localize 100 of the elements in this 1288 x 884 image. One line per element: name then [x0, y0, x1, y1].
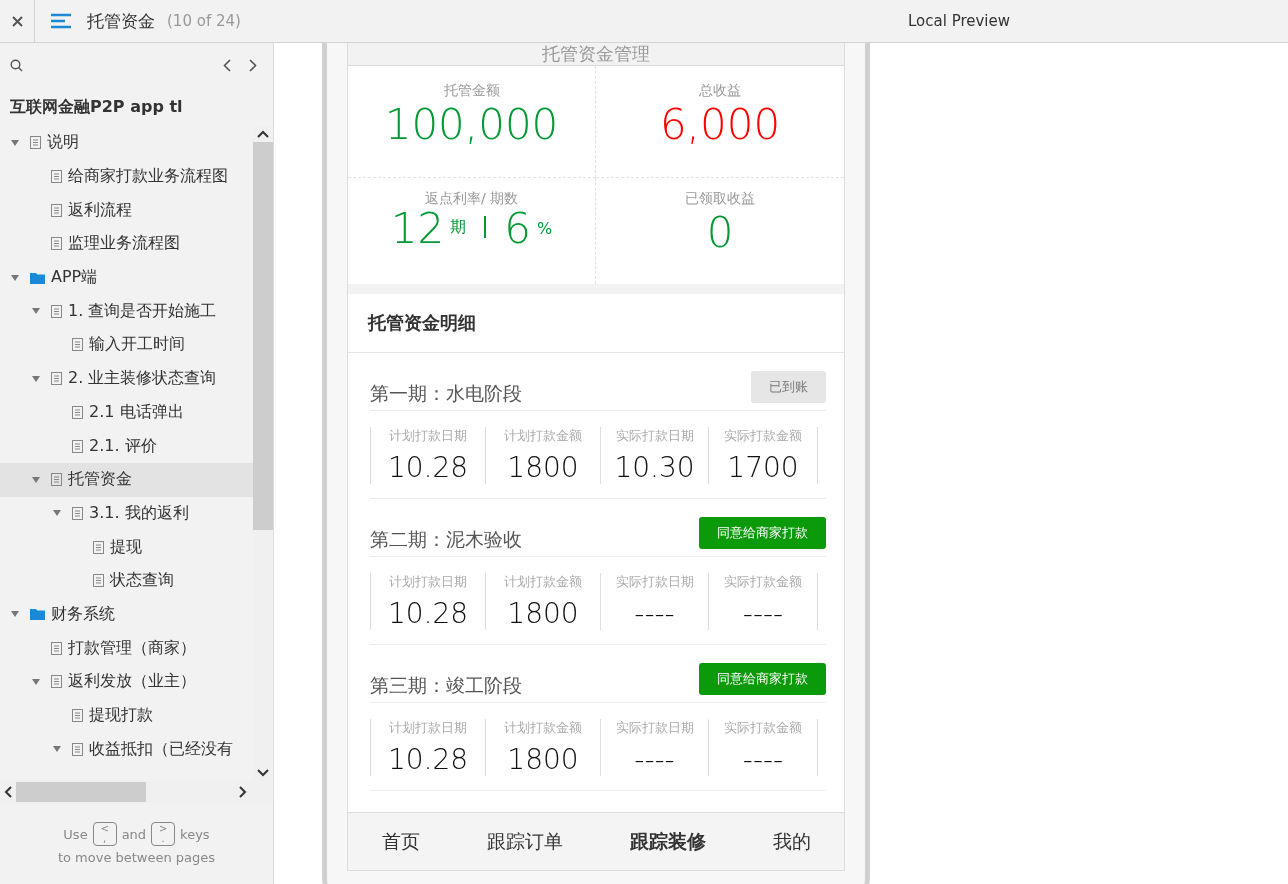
- hint-text: to move between pages: [57, 850, 216, 865]
- summary-label: 托管金额: [443, 82, 500, 100]
- scroll-right-icon[interactable]: [239, 786, 247, 798]
- summary-label: 总收益: [699, 82, 741, 100]
- tab[interactable]: 跟踪订单: [480, 827, 569, 856]
- key-cap: > .: [151, 822, 176, 846]
- menu-button[interactable]: [51, 13, 71, 29]
- tree-item[interactable]: 提现: [0, 530, 253, 564]
- caret-icon[interactable]: [10, 610, 20, 619]
- column-value: ----: [634, 743, 675, 776]
- chevron-left-icon: [223, 58, 231, 72]
- tree-item[interactable]: 返利发放（业主）: [0, 665, 253, 699]
- tree-item[interactable]: 打款管理（商家）: [0, 631, 253, 665]
- tree-item[interactable]: 提现打款: [0, 698, 253, 733]
- caret-icon[interactable]: [31, 475, 41, 484]
- caret-icon[interactable]: [52, 509, 62, 518]
- tree-item[interactable]: 说明: [0, 126, 253, 160]
- column-label: 计划打款金额: [504, 573, 582, 591]
- separator-bar: [484, 215, 487, 238]
- stage-title: 第一期：水电阶段: [370, 380, 522, 406]
- tree-item[interactable]: 2. 业主装修状态查询: [0, 361, 253, 396]
- tree-item[interactable]: 1. 查询是否开始施工: [0, 294, 253, 329]
- column-value: ----: [634, 597, 675, 630]
- tree-item[interactable]: 给商家打款业务流程图: [0, 159, 253, 194]
- project-title: 互联网金融P2P app tl: [9, 96, 184, 118]
- column-value: 1800: [507, 743, 579, 776]
- column-value: ----: [742, 597, 784, 630]
- summary-value: 100,000: [384, 100, 559, 150]
- tree-item[interactable]: 监理业务流程图: [0, 227, 253, 261]
- tree-item[interactable]: 财务系统: [0, 597, 253, 632]
- page-icon: [72, 439, 83, 453]
- column-value: ----: [742, 743, 784, 776]
- column-value: 1800: [507, 451, 579, 484]
- hint-text: and: [121, 826, 147, 842]
- column-label: 计划打款金额: [504, 719, 582, 737]
- column-value: 1800: [507, 597, 579, 630]
- column-label: 计划打款日期: [389, 719, 467, 737]
- stage-title: 第二期：泥木验收: [370, 526, 522, 552]
- page-icon: [51, 203, 62, 217]
- caret-icon[interactable]: [52, 745, 62, 754]
- summary-value: 6,000: [659, 100, 781, 150]
- tree-item[interactable]: 3.1. 我的返利: [0, 496, 253, 531]
- caret-icon[interactable]: [10, 273, 20, 282]
- chevron-right-icon: [249, 58, 257, 72]
- close-icon: [11, 15, 23, 27]
- tree-item[interactable]: 返利流程: [0, 193, 253, 228]
- column-value: 10.28: [387, 597, 469, 630]
- tab[interactable]: 首页: [375, 827, 426, 856]
- approve-button[interactable]: 同意给商家打款: [699, 663, 826, 695]
- menu-icon: [51, 13, 71, 29]
- approve-button[interactable]: 同意给商家打款: [699, 517, 826, 549]
- column-label: 实际打款日期: [615, 573, 694, 591]
- tree-item[interactable]: 2.1. 评价: [0, 429, 253, 463]
- tab[interactable]: 跟踪装修: [623, 827, 712, 856]
- caret-icon[interactable]: [31, 374, 41, 383]
- scroll-down-icon[interactable]: [257, 769, 269, 777]
- page-icon: [51, 675, 62, 689]
- page-icon: [72, 405, 83, 419]
- summary-value: 0: [706, 207, 734, 258]
- page-icon: [51, 641, 62, 655]
- page-title: 托管资金: [87, 9, 155, 33]
- folder-icon: [30, 271, 45, 284]
- page-icon: [30, 136, 41, 150]
- column-value: 10.28: [387, 743, 469, 776]
- summary-label: 返点利率/ 期数: [424, 189, 519, 208]
- tree-item[interactable]: 输入开工时间: [0, 328, 253, 362]
- caret-icon[interactable]: [10, 138, 20, 147]
- hint-text: Use: [63, 826, 88, 842]
- column-label: 实际打款日期: [615, 427, 694, 445]
- page-icon: [72, 742, 83, 756]
- preview-label: Local Preview: [908, 12, 1012, 30]
- column-label: 实际打款金额: [724, 573, 802, 591]
- tree-item[interactable]: 托管资金: [0, 462, 253, 497]
- hint-text: keys: [180, 826, 210, 842]
- tree-item[interactable]: 收益抵扣（已经没有: [0, 732, 253, 767]
- unit-label: 期: [450, 216, 467, 238]
- page-icon: [51, 170, 62, 184]
- stage-title: 第三期：竣工阶段: [370, 672, 522, 698]
- column-value: 10.30: [614, 451, 695, 484]
- tree-item[interactable]: APP端: [0, 260, 253, 295]
- tab[interactable]: 我的: [766, 827, 817, 856]
- tree-item[interactable]: 状态查询: [0, 563, 253, 598]
- scroll-up-icon[interactable]: [257, 130, 269, 138]
- column-label: 计划打款日期: [389, 573, 467, 591]
- caret-icon[interactable]: [31, 307, 41, 316]
- tree-item[interactable]: 2.1 电话弹出: [0, 395, 253, 430]
- status-button[interactable]: 已到账: [751, 371, 826, 403]
- section-title: 托管资金明细: [348, 294, 844, 353]
- page-icon: [72, 709, 83, 723]
- caret-icon[interactable]: [31, 677, 41, 686]
- page-icon: [51, 473, 62, 487]
- scroll-left-icon[interactable]: [4, 786, 12, 798]
- page-icon: [51, 304, 62, 318]
- column-label: 计划打款日期: [389, 427, 467, 445]
- page-icon: [51, 237, 62, 251]
- page-icon: [51, 372, 62, 386]
- page-count: (10 of 24): [167, 12, 241, 30]
- search-icon[interactable]: [10, 58, 23, 72]
- page-icon: [93, 574, 104, 588]
- key-cap: < ,: [92, 822, 117, 846]
